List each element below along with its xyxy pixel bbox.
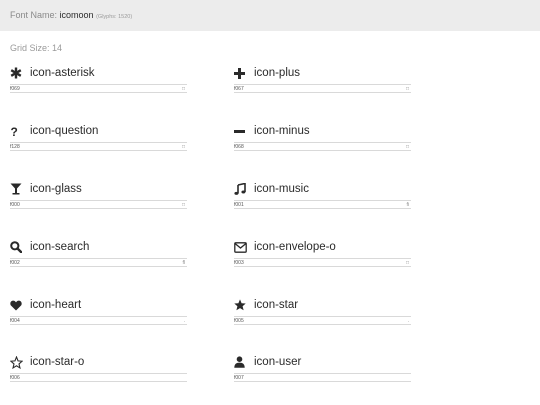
glyph-code-field[interactable]: f068 □ bbox=[234, 142, 411, 151]
glyph-card[interactable]: icon-user f007 bbox=[234, 354, 411, 388]
glyph-card[interactable]: icon-search f002 fl bbox=[10, 239, 187, 273]
glyph-code: f000 bbox=[10, 202, 20, 208]
glyph-char: □ bbox=[405, 260, 409, 266]
glyph-title: icon-search bbox=[10, 239, 89, 255]
glyph-code-field[interactable]: f001 fi bbox=[234, 200, 411, 209]
glyph-card[interactable]: icon-plus f067 □ bbox=[234, 65, 411, 99]
glyph-card[interactable]: icon-glass f000 □ bbox=[10, 181, 187, 215]
glyph-title: icon-star-o bbox=[10, 354, 84, 370]
heart-icon bbox=[10, 298, 26, 312]
glyph-code-field[interactable]: f128 □ bbox=[10, 142, 187, 151]
glyph-card[interactable]: icon-envelope-o f003 □ bbox=[234, 239, 411, 273]
glyph-card[interactable]: icon-minus f068 □ bbox=[234, 123, 411, 157]
glyph-name: icon-search bbox=[30, 241, 90, 253]
glyph-title: icon-plus bbox=[234, 65, 300, 81]
glyph-name: icon-star-o bbox=[30, 356, 85, 368]
glyph-code: f004 bbox=[10, 318, 20, 324]
glyph-code-field[interactable]: f067 □ bbox=[234, 84, 411, 93]
minus-icon bbox=[234, 124, 250, 138]
asterisk-icon bbox=[10, 66, 26, 80]
font-name-value: icomoon bbox=[59, 10, 94, 20]
glyph-title: icon-asterisk bbox=[10, 65, 95, 81]
glyph-char: fi bbox=[406, 202, 410, 208]
glyph-name: icon-minus bbox=[254, 125, 310, 137]
glyph-name: icon-star bbox=[254, 299, 299, 311]
glyph-code: f006 bbox=[10, 375, 20, 381]
glyph-title: icon-glass bbox=[10, 181, 82, 197]
glyph-name: icon-user bbox=[254, 356, 302, 368]
glyph-char: . bbox=[183, 318, 185, 324]
glyph-code: f002 bbox=[10, 260, 20, 266]
glyph-card[interactable]: icon-heart f004. bbox=[10, 297, 187, 331]
glyph-char: □ bbox=[181, 144, 185, 150]
glass-icon bbox=[10, 182, 26, 196]
glyph-name: icon-plus bbox=[254, 67, 301, 79]
user-icon bbox=[234, 355, 250, 369]
font-info-header: Font Name: icomoon (Glyphs: 1520) bbox=[0, 0, 540, 31]
glyph-code-field[interactable]: f005. bbox=[234, 316, 411, 325]
glyph-code-field[interactable]: f007 bbox=[234, 373, 411, 382]
glyph-name: icon-asterisk bbox=[30, 67, 95, 79]
glyph-code: f001 bbox=[234, 202, 244, 208]
glyph-title: icon-heart bbox=[10, 297, 81, 313]
question-icon: ? bbox=[10, 124, 26, 138]
glyph-code: f068 bbox=[234, 144, 244, 150]
glyph-name: icon-envelope-o bbox=[254, 241, 336, 253]
glyph-char: fl bbox=[182, 260, 186, 266]
glyph-name: icon-music bbox=[254, 183, 309, 195]
glyph-card[interactable]: icon-star f005. bbox=[234, 297, 411, 331]
glyph-code-field[interactable]: f004. bbox=[10, 316, 187, 325]
svg-text:?: ? bbox=[11, 125, 18, 137]
grid-size-label: Grid Size: 14 bbox=[10, 43, 63, 53]
glyph-code: f005 bbox=[234, 318, 244, 324]
glyph-title: icon-user bbox=[234, 354, 301, 370]
glyph-title: icon-minus bbox=[234, 123, 310, 139]
glyph-code: f067 bbox=[234, 86, 244, 92]
font-name-label: Font Name: bbox=[10, 10, 58, 20]
glyph-title: icon-envelope-o bbox=[234, 239, 336, 255]
glyph-code-field[interactable]: f003 □ bbox=[234, 258, 411, 267]
glyph-char: □ bbox=[181, 202, 185, 208]
glyph-char: □ bbox=[405, 144, 409, 150]
glyph-code-field[interactable]: f006 bbox=[10, 373, 187, 382]
glyph-code: f003 bbox=[234, 260, 244, 266]
glyph-code: f128 bbox=[10, 144, 20, 150]
glyph-card[interactable]: icon-asterisk f069 □ bbox=[10, 65, 187, 99]
glyph-card[interactable]: ? icon-question f128 □ bbox=[10, 123, 187, 157]
glyph-code: f007 bbox=[234, 375, 244, 381]
search-icon bbox=[10, 240, 26, 254]
glyph-name: icon-question bbox=[30, 125, 99, 137]
glyph-card[interactable]: icon-star-o f006 bbox=[10, 354, 187, 388]
glyph-code-field[interactable]: f002 fl bbox=[10, 258, 187, 267]
glyph-name: icon-glass bbox=[30, 183, 82, 195]
glyph-name: icon-heart bbox=[30, 299, 82, 311]
glyph-count: (Glyphs: 1520) bbox=[96, 14, 133, 20]
glyph-title: ? icon-question bbox=[10, 123, 99, 139]
envelope-o-icon bbox=[234, 240, 250, 254]
glyph-char: . bbox=[407, 318, 409, 324]
glyph-char: □ bbox=[405, 86, 409, 92]
star-icon bbox=[234, 298, 250, 312]
glyph-code-field[interactable]: f000 □ bbox=[10, 200, 187, 209]
glyph-code: f069 bbox=[10, 86, 20, 92]
glyph-char: □ bbox=[181, 86, 185, 92]
glyph-title: icon-star bbox=[234, 297, 298, 313]
plus-icon bbox=[234, 66, 250, 80]
glyph-title: icon-music bbox=[234, 181, 309, 197]
glyph-card[interactable]: icon-music f001 fi bbox=[234, 181, 411, 215]
star-o-icon bbox=[10, 355, 26, 369]
glyph-code-field[interactable]: f069 □ bbox=[10, 84, 187, 93]
music-icon bbox=[234, 182, 250, 196]
